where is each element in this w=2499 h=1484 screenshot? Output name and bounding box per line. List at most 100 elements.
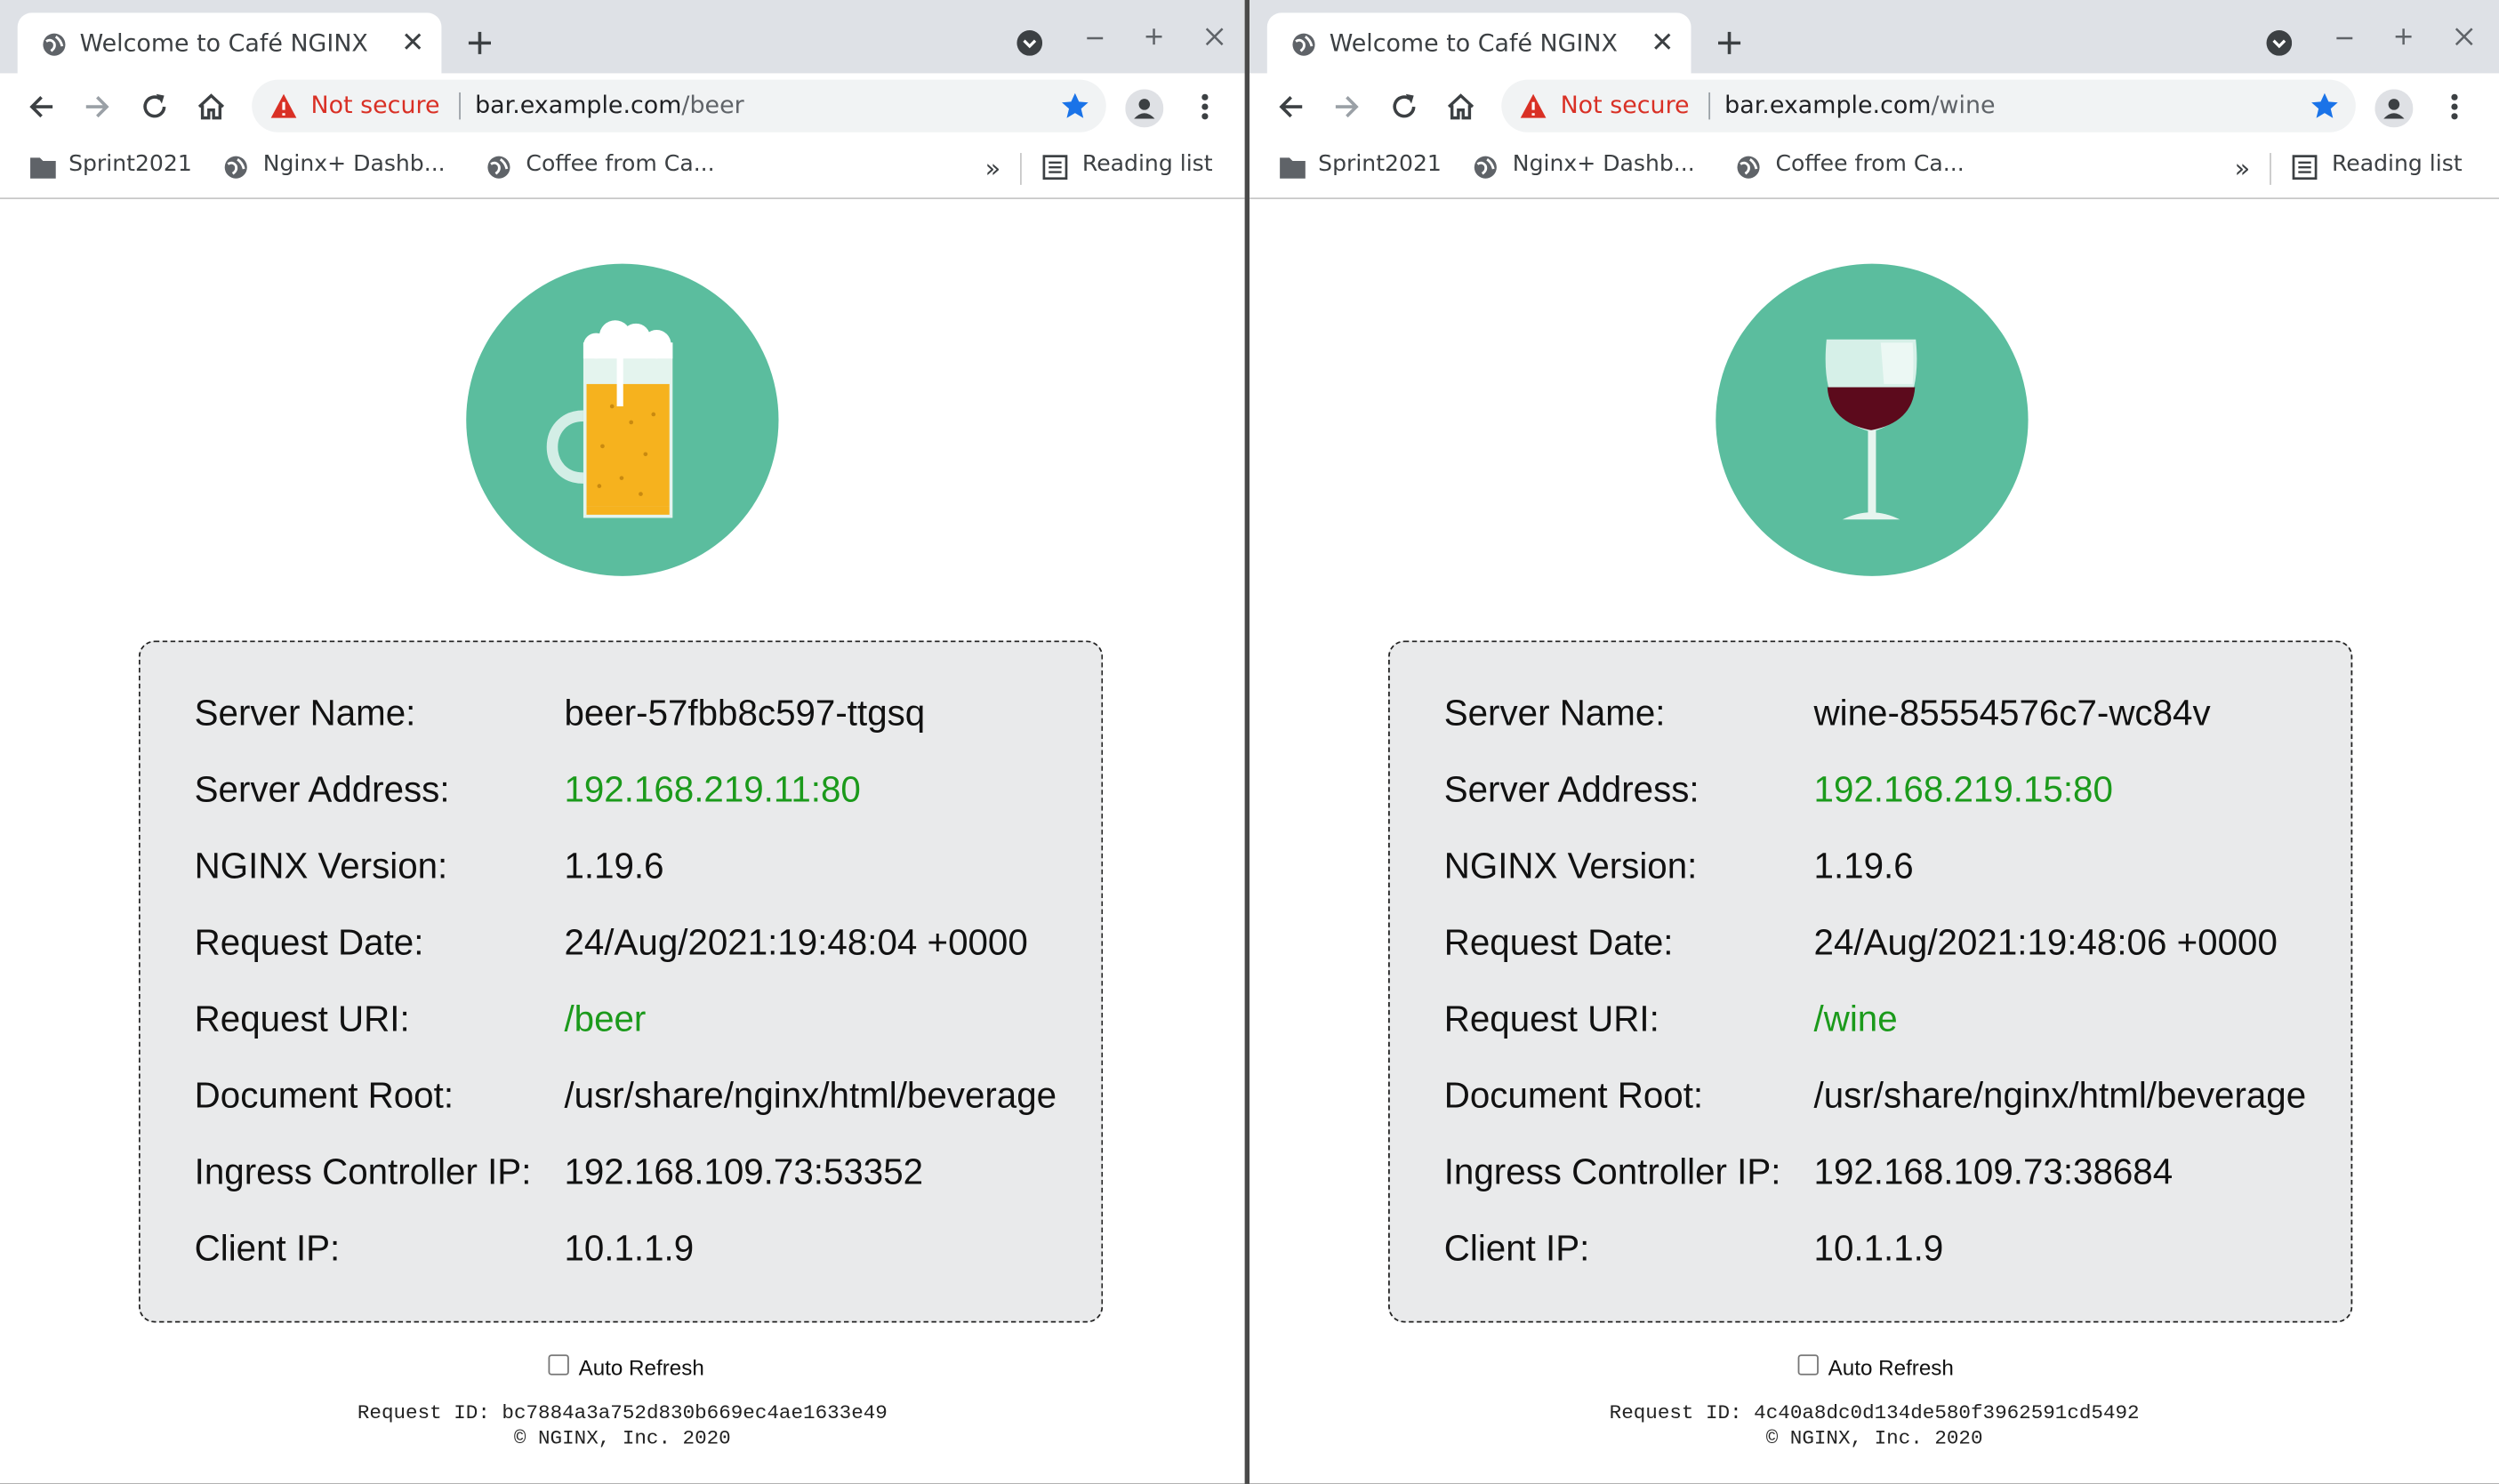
page-footer: Request ID: bc7884a3a752d830b669ec4ae163… bbox=[0, 1400, 1245, 1451]
close-window-icon[interactable] bbox=[2453, 26, 2475, 48]
copyright: © NGINX, Inc. 2020 bbox=[1765, 1427, 1983, 1450]
reading-list-icon bbox=[1042, 155, 1068, 180]
field-value: 192.168.219.11:80 bbox=[564, 769, 861, 810]
tab-strip: Welcome to Café NGINX bbox=[1250, 0, 2499, 74]
not-secure-label[interactable]: Not secure bbox=[310, 91, 439, 119]
url-text[interactable]: bar.example.com/beer bbox=[475, 91, 744, 119]
back-arrow-icon[interactable] bbox=[26, 91, 58, 123]
tab-title: Welcome to Café NGINX bbox=[1329, 28, 1618, 58]
field-value: wine-85554576c7-wc84v bbox=[1813, 693, 2211, 734]
field-label: Request URI: bbox=[194, 999, 410, 1039]
bookmarks-divider bbox=[2270, 153, 2271, 185]
globe-icon bbox=[487, 156, 510, 179]
browser-tab[interactable]: Welcome to Café NGINX bbox=[1266, 12, 1691, 74]
warning-icon bbox=[270, 93, 297, 118]
omnibox-divider bbox=[1708, 92, 1711, 120]
minimize-icon[interactable] bbox=[1084, 26, 1106, 48]
bookmark-label: Nginx+ Dashb... bbox=[1512, 151, 1695, 177]
page-content: Server Name: beer-57fbb8c597-ttgsq Server… bbox=[0, 199, 1245, 1484]
reading-list-label: Reading list bbox=[1081, 151, 1213, 177]
field-label: Request Date: bbox=[1443, 922, 1674, 963]
warning-icon bbox=[1520, 93, 1547, 118]
profile-avatar-icon[interactable] bbox=[1125, 89, 1164, 128]
address-bar[interactable]: Not secure bar.example.com/wine bbox=[1501, 79, 2356, 132]
tab-search-icon[interactable] bbox=[2266, 30, 2293, 56]
maximize-icon[interactable] bbox=[1143, 26, 1165, 48]
request-id: Request ID: 4c40a8dc0d134de580f3962591cd… bbox=[1609, 1402, 2140, 1425]
field-value: 10.1.1.9 bbox=[1813, 1228, 1944, 1269]
navigation-toolbar: Not secure bar.example.com/beer bbox=[0, 73, 1245, 140]
field-label: Server Address: bbox=[194, 769, 450, 810]
maximize-icon[interactable] bbox=[2392, 26, 2415, 48]
field-value: 192.168.109.73:53352 bbox=[564, 1151, 924, 1192]
field-value: /wine bbox=[1813, 999, 1898, 1039]
bookmark-label: Coffee from Ca... bbox=[1775, 151, 1965, 177]
field-value: /beer bbox=[564, 999, 647, 1039]
new-tab-icon[interactable] bbox=[465, 28, 494, 57]
globe-icon bbox=[43, 33, 66, 56]
field-value: 1.19.6 bbox=[1813, 846, 1914, 886]
auto-refresh-label[interactable]: Auto Refresh bbox=[579, 1356, 704, 1380]
globe-icon bbox=[1737, 156, 1760, 179]
auto-refresh-label[interactable]: Auto Refresh bbox=[1828, 1356, 1954, 1380]
menu-kebab-icon[interactable] bbox=[1199, 91, 1211, 123]
browser-window-beer: Welcome to Café NGINX Not secure bar.exa… bbox=[0, 0, 1245, 1484]
forward-arrow-icon[interactable] bbox=[1330, 91, 1362, 123]
field-label: NGINX Version: bbox=[194, 846, 448, 886]
page-content: Server Name: wine-85554576c7-wc84v Server… bbox=[1250, 199, 2499, 1484]
wine-glass-icon bbox=[1716, 263, 2029, 576]
field-value: beer-57fbb8c597-ttgsq bbox=[564, 693, 926, 734]
request-id: Request ID: bc7884a3a752d830b669ec4ae163… bbox=[357, 1402, 888, 1425]
copyright: © NGINX, Inc. 2020 bbox=[513, 1427, 731, 1450]
home-icon[interactable] bbox=[195, 91, 229, 123]
beer-mug-icon bbox=[466, 263, 779, 576]
address-bar[interactable]: Not secure bar.example.com/beer bbox=[252, 79, 1106, 132]
url-text[interactable]: bar.example.com/wine bbox=[1724, 91, 1995, 119]
omnibox-divider bbox=[459, 92, 461, 120]
field-label: Client IP: bbox=[194, 1228, 341, 1269]
close-tab-icon[interactable] bbox=[400, 28, 426, 54]
reload-icon[interactable] bbox=[139, 91, 171, 123]
reload-icon[interactable] bbox=[1388, 91, 1420, 123]
field-label: Request Date: bbox=[194, 922, 424, 963]
bookmarks-overflow-chevron[interactable]: » bbox=[985, 153, 1001, 183]
auto-refresh-checkbox[interactable] bbox=[1797, 1354, 1819, 1376]
field-value: /usr/share/nginx/html/beverage bbox=[1813, 1075, 2307, 1116]
page-footer: Request ID: 4c40a8dc0d134de580f3962591cd… bbox=[1250, 1400, 2499, 1451]
menu-kebab-icon[interactable] bbox=[2448, 91, 2461, 123]
field-label: Request URI: bbox=[1443, 999, 1659, 1039]
forward-arrow-icon[interactable] bbox=[81, 91, 113, 123]
tab-strip: Welcome to Café NGINX bbox=[0, 0, 1245, 74]
profile-avatar-icon[interactable] bbox=[2374, 89, 2414, 128]
bookmark-star-icon[interactable] bbox=[1060, 91, 1090, 121]
field-label: Document Root: bbox=[194, 1075, 454, 1116]
bookmark-label: Nginx+ Dashb... bbox=[262, 151, 446, 177]
field-label: Ingress Controller IP: bbox=[194, 1151, 532, 1192]
globe-icon bbox=[1292, 33, 1315, 56]
bookmark-label: Coffee from Ca... bbox=[526, 151, 715, 177]
url-path: /wine bbox=[1931, 91, 1996, 120]
bookmarks-bar: Sprint2021 Nginx+ Dashb... Coffee from C… bbox=[1250, 140, 2499, 200]
home-icon[interactable] bbox=[1444, 91, 1478, 123]
not-secure-label[interactable]: Not secure bbox=[1561, 91, 1690, 119]
url-host: bar.example.com bbox=[1724, 91, 1932, 120]
bookmarks-overflow-chevron[interactable]: » bbox=[2235, 153, 2251, 183]
field-label: Ingress Controller IP: bbox=[1443, 1151, 1781, 1192]
field-value: 10.1.1.9 bbox=[564, 1228, 695, 1269]
auto-refresh-checkbox[interactable] bbox=[548, 1354, 569, 1376]
field-value: 192.168.109.73:38684 bbox=[1813, 1151, 2174, 1192]
close-tab-icon[interactable] bbox=[1650, 28, 1675, 54]
bookmark-label: Sprint2021 bbox=[1318, 151, 1442, 177]
browser-tab[interactable]: Welcome to Café NGINX bbox=[17, 12, 442, 74]
back-arrow-icon[interactable] bbox=[1275, 91, 1307, 123]
field-value: 1.19.6 bbox=[564, 846, 664, 886]
bookmark-star-icon[interactable] bbox=[2310, 91, 2340, 121]
browser-window-wine: Welcome to Café NGINX Not secure bar.exa… bbox=[1250, 0, 2499, 1484]
field-label: Client IP: bbox=[1443, 1228, 1590, 1269]
new-tab-icon[interactable] bbox=[1715, 28, 1743, 57]
reading-list-icon bbox=[2292, 155, 2318, 180]
tab-search-icon[interactable] bbox=[1016, 30, 1043, 56]
reading-list-label: Reading list bbox=[2331, 151, 2463, 177]
minimize-icon[interactable] bbox=[2334, 26, 2356, 48]
close-window-icon[interactable] bbox=[1203, 26, 1225, 48]
